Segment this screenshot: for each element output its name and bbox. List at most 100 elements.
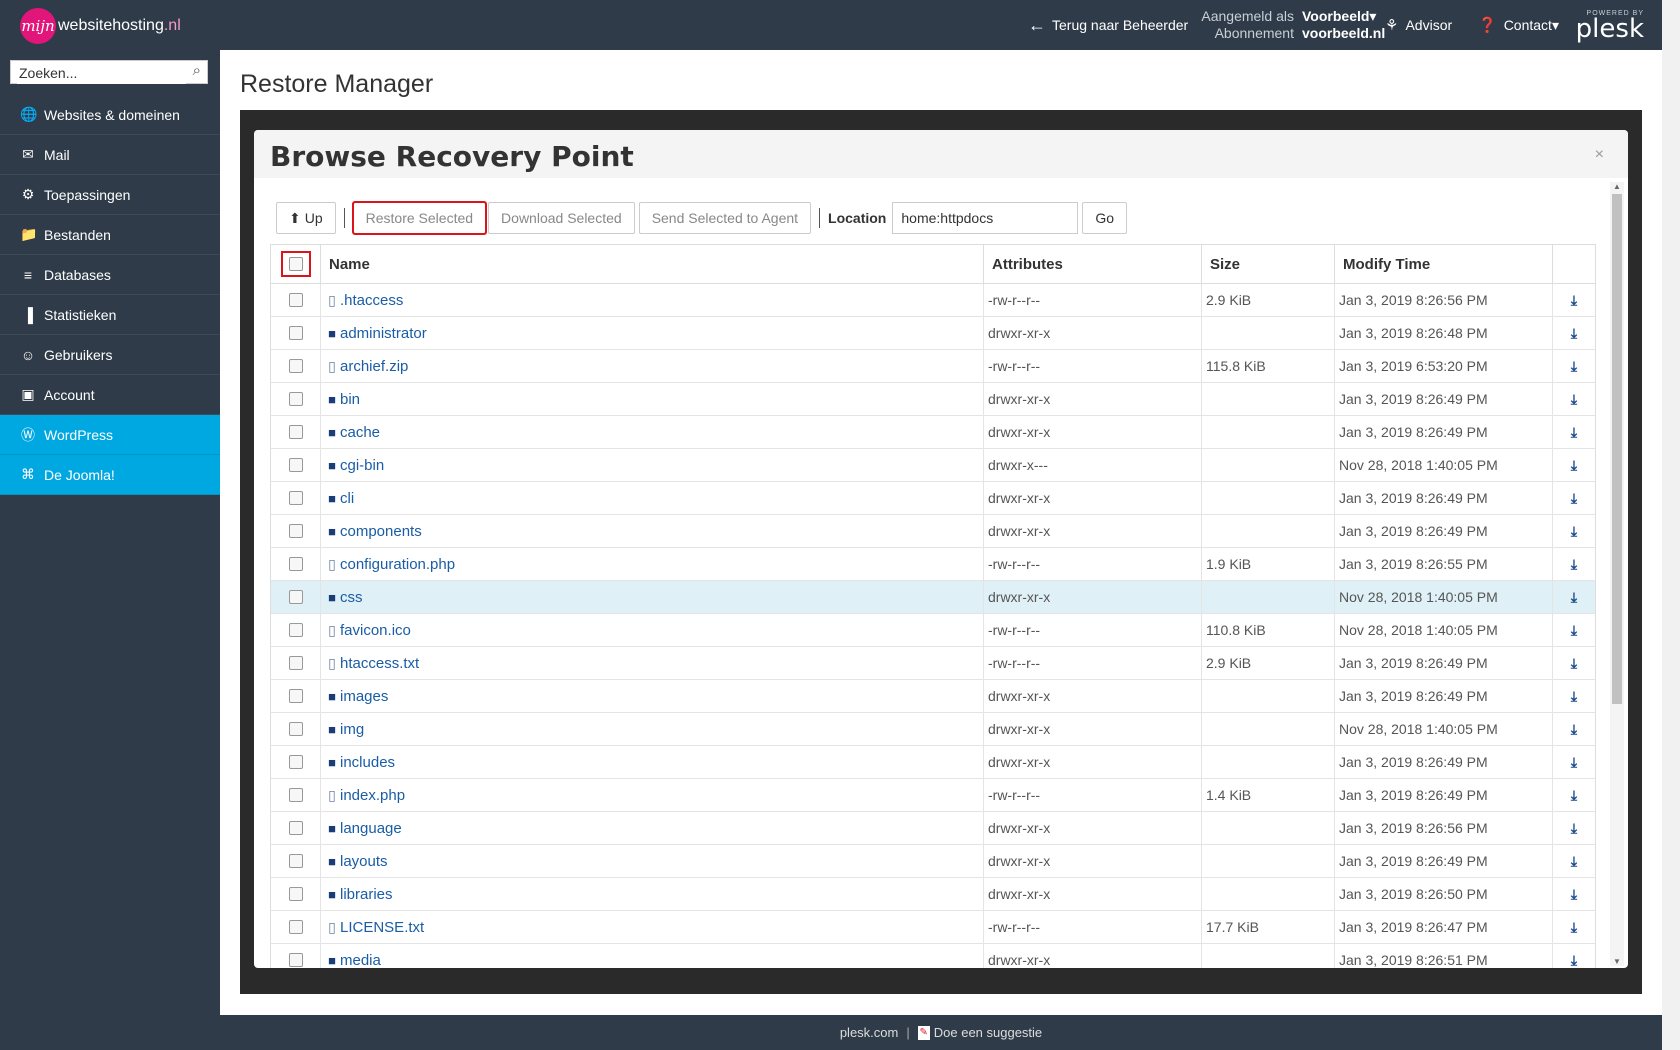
row-checkbox[interactable] [288, 920, 303, 934]
file-link[interactable]: ■ administrator [325, 325, 427, 342]
sidebar-item-wordpress[interactable]: Ⓦ WordPress [0, 415, 220, 455]
column-header-modify-time[interactable]: Modify Time [1335, 245, 1553, 283]
table-row[interactable]: ■ css drwxr-xr-x Nov 28, 2018 1:40:05 PM ⤓ [270, 581, 1596, 614]
row-checkbox[interactable] [288, 656, 303, 670]
file-link[interactable]: ■ layouts [325, 853, 387, 870]
contact-menu[interactable]: ❓ Contact ▾ [1478, 0, 1559, 50]
row-checkbox[interactable] [288, 293, 303, 307]
file-link[interactable]: ■ bin [325, 391, 360, 408]
download-icon[interactable]: ⤓ [1571, 490, 1577, 507]
download-icon[interactable]: ⤓ [1571, 655, 1577, 672]
row-checkbox[interactable] [288, 887, 303, 901]
file-link[interactable]: ■ img [325, 721, 364, 738]
sidebar-item-files[interactable]: 📁 Bestanden [0, 215, 220, 255]
table-row[interactable]: ■ libraries drwxr-xr-x Jan 3, 2019 8:26:50 … [270, 878, 1596, 911]
user-info[interactable]: Aangemeld als Voorbeeld ▾ Abonnement voorbe… [1198, 0, 1385, 50]
download-icon[interactable]: ⤓ [1571, 589, 1577, 606]
table-row[interactable]: ▯ htaccess.txt -rw-r--r-- 2.9 KiB Jan 3, 201… [270, 647, 1596, 680]
sidebar-item-applications[interactable]: ⚙ Toepassingen [0, 175, 220, 215]
download-selected-button[interactable]: Download Selected [488, 202, 635, 234]
table-row[interactable]: ▯ archief.zip -rw-r--r-- 115.8 KiB Jan 3, 20… [270, 350, 1596, 383]
footer-link-suggestion[interactable]: Doe een suggestie [934, 1025, 1042, 1040]
file-link[interactable]: ■ cli [325, 490, 354, 507]
table-row[interactable]: ■ cache drwxr-xr-x Jan 3, 2019 8:26:49 PM ⤓ [270, 416, 1596, 449]
file-link[interactable]: ▯ .htaccess [325, 292, 403, 309]
row-checkbox[interactable] [288, 689, 303, 703]
scroll-down-icon[interactable]: ▼ [1613, 957, 1621, 966]
location-input[interactable] [892, 202, 1079, 234]
row-checkbox[interactable] [288, 590, 303, 604]
file-link[interactable]: ■ images [325, 688, 388, 705]
download-icon[interactable]: ⤓ [1571, 721, 1577, 738]
sidebar-item-websites[interactable]: 🌐 Websites & domeinen [0, 95, 220, 135]
table-row[interactable]: ■ administrator drwxr-xr-x Jan 3, 2019 8:26… [270, 317, 1596, 350]
sidebar-item-databases[interactable]: ≡ Databases [0, 255, 220, 295]
file-link[interactable]: ■ language [325, 820, 402, 837]
download-icon[interactable]: ⤓ [1571, 853, 1577, 870]
send-to-agent-button[interactable]: Send Selected to Agent [638, 202, 812, 234]
row-checkbox[interactable] [288, 788, 303, 802]
brand-logo[interactable]: mijn websitehosting.nl [20, 8, 181, 44]
column-header-name[interactable]: Name [321, 245, 984, 283]
table-row[interactable]: ■ language drwxr-xr-x Jan 3, 2019 8:26:56 P… [270, 812, 1596, 845]
row-checkbox[interactable] [288, 326, 303, 340]
download-icon[interactable]: ⤓ [1571, 358, 1577, 375]
column-header-attributes[interactable]: Attributes [984, 245, 1202, 283]
download-icon[interactable]: ⤓ [1571, 622, 1577, 639]
close-icon[interactable]: × [1595, 146, 1604, 164]
row-checkbox[interactable] [288, 722, 303, 736]
table-row[interactable]: ■ includes drwxr-xr-x Jan 3, 2019 8:26:49 P… [270, 746, 1596, 779]
download-icon[interactable]: ⤓ [1571, 952, 1577, 969]
table-row[interactable]: ■ img drwxr-xr-x Nov 28, 2018 1:40:05 PM ⤓ [270, 713, 1596, 746]
download-icon[interactable]: ⤓ [1571, 787, 1577, 804]
file-link[interactable]: ▯ archief.zip [325, 358, 408, 375]
row-checkbox[interactable] [288, 755, 303, 769]
row-checkbox[interactable] [288, 425, 303, 439]
row-checkbox[interactable] [288, 623, 303, 637]
file-link[interactable]: ■ includes [325, 754, 395, 771]
download-icon[interactable]: ⤓ [1571, 919, 1577, 936]
download-icon[interactable]: ⤓ [1571, 754, 1577, 771]
search-icon[interactable]: ⌕ [193, 62, 201, 79]
column-header-size[interactable]: Size [1202, 245, 1335, 283]
sidebar-item-users[interactable]: ☺ Gebruikers [0, 335, 220, 375]
file-link[interactable]: ▯ index.php [325, 787, 405, 804]
table-row[interactable]: ■ bin drwxr-xr-x Jan 3, 2019 8:26:49 PM ⤓ [270, 383, 1596, 416]
row-checkbox[interactable] [288, 821, 303, 835]
download-icon[interactable]: ⤓ [1571, 886, 1577, 903]
table-row[interactable]: ▯ LICENSE.txt -rw-r--r-- 17.7 KiB Jan 3, 201… [270, 911, 1596, 944]
restore-selected-button[interactable]: Restore Selected [351, 201, 488, 235]
file-link[interactable]: ■ cgi-bin [325, 457, 384, 474]
table-row[interactable]: ▯ favicon.ico -rw-r--r-- 110.8 KiB Nov 28, 2… [270, 614, 1596, 647]
download-icon[interactable]: ⤓ [1571, 688, 1577, 705]
table-row[interactable]: ■ cgi-bin drwxr-x--- Nov 28, 2018 1:40:05 P… [270, 449, 1596, 482]
advisor-link[interactable]: ⚘ Advisor [1385, 0, 1452, 50]
table-row[interactable]: ■ components drwxr-xr-x Jan 3, 2019 8:26:49… [270, 515, 1596, 548]
table-row[interactable]: ■ media drwxr-xr-x Jan 3, 2019 8:26:51 PM ⤓ [270, 944, 1596, 968]
sidebar-item-joomla[interactable]: ⌘ De Joomla! [0, 455, 220, 495]
page-scrollbar[interactable] [1662, 0, 1680, 1050]
row-checkbox[interactable] [288, 557, 303, 571]
table-row[interactable]: ▯ index.php -rw-r--r-- 1.4 KiB Jan 3, 2019 8… [270, 779, 1596, 812]
file-link[interactable]: ■ media [325, 952, 381, 969]
search-input[interactable] [17, 62, 186, 84]
file-link[interactable]: ■ libraries [325, 886, 392, 903]
table-row[interactable]: ▯ .htaccess -rw-r--r-- 2.9 KiB Jan 3, 2019 8… [270, 284, 1596, 317]
scroll-up-icon[interactable]: ▲ [1613, 182, 1621, 191]
table-row[interactable]: ■ images drwxr-xr-x Jan 3, 2019 8:26:49 PM ⤓ [270, 680, 1596, 713]
download-icon[interactable]: ⤓ [1571, 325, 1577, 342]
row-checkbox[interactable] [288, 359, 303, 373]
download-icon[interactable]: ⤓ [1571, 391, 1577, 408]
sidebar-item-mail[interactable]: ✉ Mail [0, 135, 220, 175]
dialog-scrollbar[interactable]: ▲ ▼ [1610, 182, 1624, 966]
download-icon[interactable]: ⤓ [1571, 457, 1577, 474]
row-checkbox[interactable] [288, 392, 303, 406]
download-icon[interactable]: ⤓ [1571, 523, 1577, 540]
download-icon[interactable]: ⤓ [1571, 820, 1577, 837]
download-icon[interactable]: ⤓ [1571, 556, 1577, 573]
file-link[interactable]: ■ css [325, 589, 362, 606]
sidebar-item-statistics[interactable]: ▐ Statistieken [0, 295, 220, 335]
select-all-checkbox[interactable] [288, 257, 303, 271]
file-link[interactable]: ▯ LICENSE.txt [325, 919, 424, 936]
table-row[interactable]: ▯ configuration.php -rw-r--r-- 1.9 KiB Jan 3… [270, 548, 1596, 581]
